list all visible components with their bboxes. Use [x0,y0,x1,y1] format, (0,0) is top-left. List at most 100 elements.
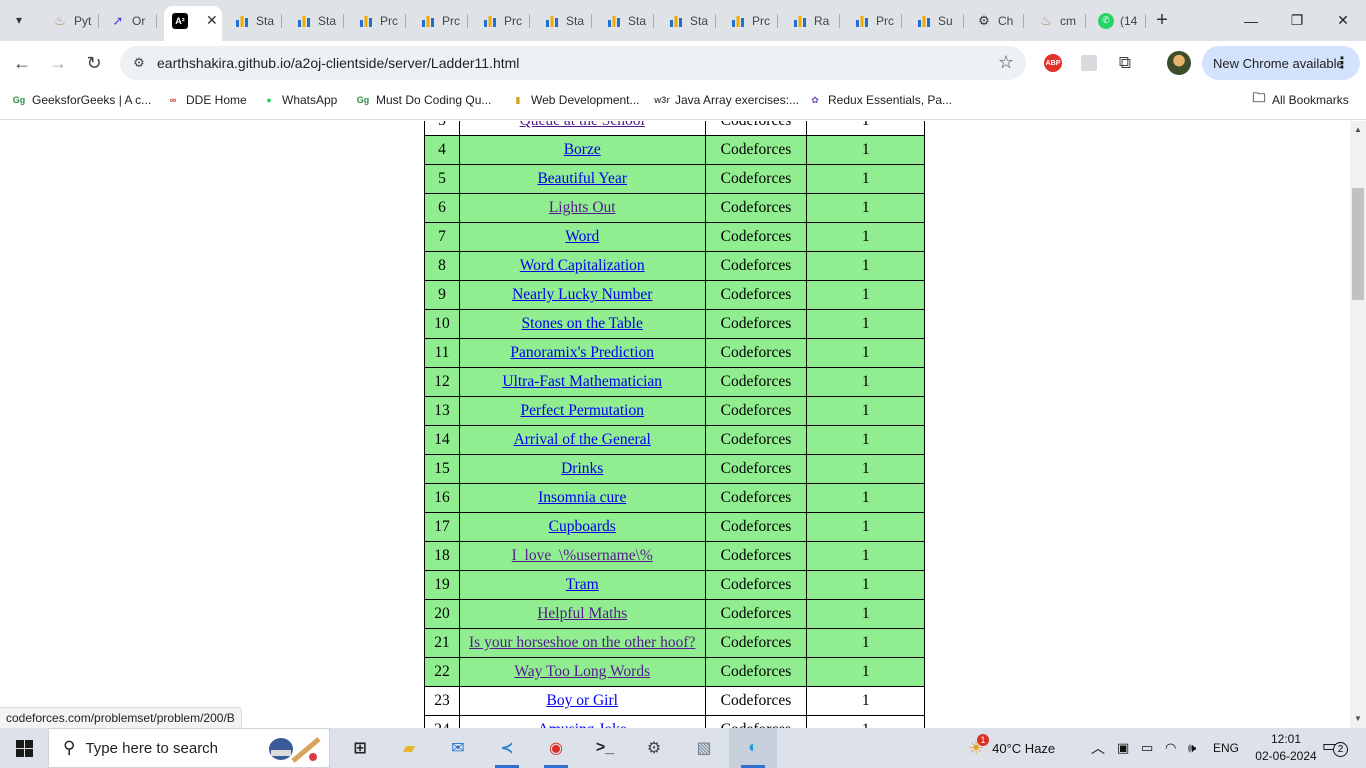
close-tab-icon[interactable]: ✕ [206,12,218,29]
problem-link[interactable]: Cupboards [549,518,616,535]
scroll-up-icon[interactable]: ▲ [1354,126,1362,134]
network-tray[interactable]: ◠ [1165,728,1176,768]
page-viewport: 3Queue at the SchoolCodeforces14BorzeCod… [0,121,1350,728]
problem-link[interactable]: Tram [566,576,599,593]
browser-tab[interactable]: ♨ cm [1030,6,1086,35]
browser-tab[interactable]: A² ✕ [164,6,222,41]
problem-link[interactable]: Word Capitalization [520,257,645,274]
bookmark-item[interactable]: ▮ Web Development... [511,93,640,107]
chrome-update-button[interactable]: New Chrome available ⋮ [1202,46,1360,80]
browser-tab[interactable]: Prc [846,6,902,35]
problem-link[interactable]: Perfect Permutation [520,402,644,419]
browser-tab[interactable]: Prc [722,6,778,35]
problem-link[interactable]: Is your horseshoe on the other hoof? [469,634,695,651]
browser-tab[interactable]: Prc [350,6,406,35]
browser-tab[interactable]: Sta [598,6,654,35]
tab-search-button[interactable]: ▾ [7,8,31,32]
problem-link[interactable]: Borze [564,141,601,158]
browser-tab[interactable]: Ra [784,6,840,35]
difficulty: 1 [806,512,925,542]
address-bar[interactable]: ⚙ earthshakira.github.io/a2oj-clientside… [120,46,1026,80]
bookmark-item[interactable]: Gg Must Do Coding Qu... [356,93,492,107]
browser-tab[interactable]: Prc [412,6,468,35]
problem-link[interactable]: Queue at the School [520,121,645,129]
problem-link[interactable]: Boy or Girl [546,692,617,709]
reload-button[interactable]: ↻ [80,49,108,77]
notification-center-button[interactable]: ▭ 2 [1322,736,1348,760]
terminal-taskbar-button[interactable]: >_ [581,728,629,768]
task-view-taskbar-button[interactable]: ⊞ [336,728,384,768]
browser-tab[interactable]: ➚ Or [102,6,157,35]
scrollbar-thumb[interactable] [1352,188,1364,300]
problem-link[interactable]: Insomnia cure [538,489,626,506]
scroll-down-icon[interactable]: ▼ [1354,715,1362,723]
close-window-button[interactable]: ✕ [1320,0,1366,41]
problem-link[interactable]: Panoramix's Prediction [510,344,654,361]
problem-link[interactable]: Ultra-Fast Mathematician [502,373,662,390]
all-bookmarks-button[interactable]: 🗀 All Bookmarks [1252,90,1348,107]
problem-link[interactable]: Lights Out [549,199,616,216]
adblock-extension-button[interactable]: ABP [1041,51,1065,75]
browser-tab[interactable]: ✆ (14 [1090,6,1146,35]
taskbar-search-box[interactable]: ⚲ Type here to search [48,728,330,768]
show-hidden-icons-button[interactable]: ︿ [1091,728,1105,768]
problem-link[interactable]: Helpful Maths [537,605,627,622]
photos-taskbar-button[interactable]: ▧ [680,728,728,768]
problem-number: 7 [424,222,460,252]
problem-link[interactable]: Stones on the Table [522,315,643,332]
problem-link[interactable]: Arrival of the General [514,431,651,448]
problem-link[interactable]: Way Too Long Words [514,663,650,680]
bookmark-item[interactable]: w3r Java Array exercises:... [654,93,799,107]
weather-widget[interactable]: ☀ 1 40°C Haze [968,728,1055,768]
minimize-button[interactable]: — [1228,0,1274,41]
extensions-menu-button[interactable]: ⧉ [1113,51,1137,75]
mail-taskbar-button[interactable]: ✉ [434,728,482,768]
vertical-scrollbar[interactable]: ▲ ▼ [1350,121,1366,728]
bookmark-item[interactable]: ✿ Redux Essentials, Pa... [808,93,952,107]
problem-number: 15 [424,454,460,484]
problem-link[interactable]: Drinks [561,460,603,477]
battery-tray[interactable]: ▭ [1141,728,1153,768]
file-explorer-taskbar-button[interactable]: ▰ [385,728,433,768]
browser-tab[interactable]: Sta [536,6,592,35]
bookmark-item[interactable]: Gg GeeksforGeeks | A c... [12,93,151,107]
browser-tab[interactable]: ♨ Pyt [44,6,99,35]
profile-button[interactable] [1167,51,1191,75]
extension-button[interactable] [1077,51,1101,75]
problem-link[interactable]: Word [565,228,599,245]
problem-link[interactable]: Beautiful Year [537,170,627,187]
meet-now-tray[interactable]: ▣ [1117,728,1129,768]
browser-tab[interactable]: Su [908,6,964,35]
menu-kebab-icon[interactable]: ⋮ [1334,53,1350,73]
bookmark-item[interactable]: ● WhatsApp [262,93,337,107]
start-button[interactable] [0,728,48,768]
vscode-taskbar-button[interactable]: ≺ [483,728,531,768]
bookmark-item[interactable]: ∞ DDE Home [166,93,247,107]
bar-chart-icon [916,13,932,29]
site-info-icon[interactable]: ⚙ [130,54,148,72]
problem-number: 19 [424,570,460,600]
browser-tab[interactable]: Sta [288,6,344,35]
settings-taskbar-button[interactable]: ⚙ [630,728,678,768]
url-text[interactable]: earthshakira.github.io/a2oj-clientside/s… [157,55,519,71]
bookmark-label: Web Development... [531,93,640,107]
volume-tray[interactable]: 🕪 [1188,728,1196,768]
language-tray[interactable]: ENG [1213,728,1239,768]
browser-tab[interactable]: Sta [660,6,716,35]
forward-button[interactable]: → [44,49,72,77]
back-button[interactable]: ← [8,49,36,77]
edge-taskbar-button[interactable]: ◐ [729,728,777,768]
new-tab-button[interactable]: + [1150,8,1174,32]
browser-tab[interactable]: Prc [474,6,530,35]
browser-tab[interactable]: Sta [226,6,282,35]
clock[interactable]: 12:01 02-06-2024 [1255,731,1317,765]
browser-tab[interactable]: ⚙ Ch [968,6,1024,35]
restore-button[interactable]: ❐ [1274,0,1320,41]
problem-link[interactable]: Nearly Lucky Number [512,286,652,303]
problem-link[interactable]: I_love_\%username\% [512,547,653,564]
bookmarks-bar: Gg GeeksforGeeks | A c... ∞ DDE Home ● WhatsA… [0,85,1366,120]
problem-link[interactable]: Amusing Joke [538,721,627,728]
bookmark-star-icon[interactable]: ☆ [998,52,1014,73]
speaker-icon: 🕪 [1188,740,1197,755]
chrome-taskbar-button[interactable]: ◉ [532,728,580,768]
